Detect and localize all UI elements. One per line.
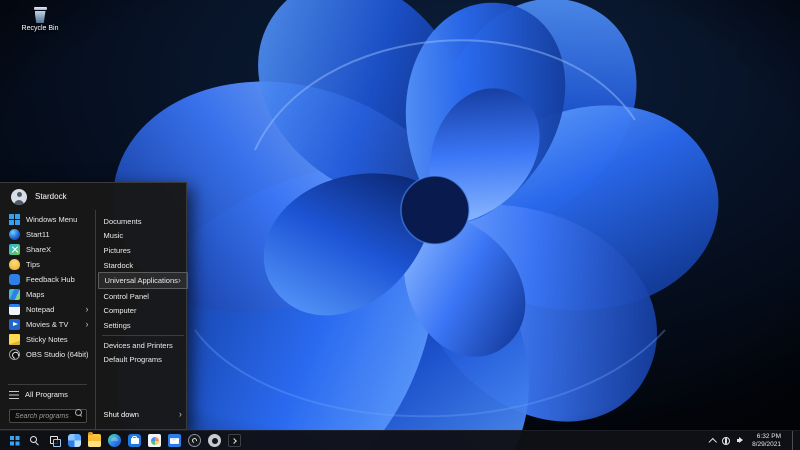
menu-separator bbox=[102, 335, 184, 336]
start-menu-right-column: Documents Music Pictures Stardock Univer… bbox=[95, 210, 190, 429]
menu-item-label: ShareX bbox=[26, 245, 51, 254]
menu-item-label: Tips bbox=[26, 260, 40, 269]
obs-studio-taskbar-icon[interactable] bbox=[188, 434, 201, 447]
menu-item-label: Movies & TV bbox=[26, 320, 68, 329]
taskbar-icons bbox=[4, 434, 241, 447]
windows-menu-icon bbox=[9, 214, 20, 225]
microsoft-store-icon[interactable] bbox=[128, 434, 141, 447]
taskbar-search-icon[interactable] bbox=[28, 434, 41, 447]
menu-separator bbox=[8, 384, 87, 385]
sticky-notes-icon bbox=[9, 334, 20, 345]
tray-time: 6:32 PM bbox=[757, 433, 781, 441]
menu-item-label: OBS Studio (64bit) bbox=[26, 350, 89, 359]
recycle-bin-label: Recycle Bin bbox=[22, 25, 59, 32]
submenu-arrow-icon: › bbox=[86, 320, 89, 329]
terminal-icon[interactable] bbox=[228, 434, 241, 447]
start-menu-item-universal-applications[interactable]: Universal Applications › bbox=[98, 272, 188, 289]
menu-item-label: Universal Applications bbox=[105, 276, 178, 285]
user-avatar-icon bbox=[11, 189, 27, 205]
start-menu-item-music[interactable]: Music bbox=[96, 229, 190, 244]
menu-item-label: Music bbox=[104, 231, 124, 240]
search-icon bbox=[75, 409, 82, 416]
edge-browser-icon[interactable] bbox=[108, 434, 121, 447]
start-menu-item-feedback-hub[interactable]: Feedback Hub bbox=[0, 272, 95, 287]
menu-item-label: Pictures bbox=[104, 246, 131, 255]
settings-icon[interactable] bbox=[208, 434, 221, 447]
shutdown-label: Shut down bbox=[104, 410, 139, 419]
obs-studio-icon bbox=[9, 349, 20, 360]
start-menu-item-notepad[interactable]: Notepad › bbox=[0, 302, 95, 317]
start-menu-item-settings[interactable]: Settings bbox=[96, 318, 190, 333]
recycle-bin[interactable]: Recycle Bin bbox=[16, 7, 64, 32]
all-programs-icon bbox=[9, 391, 19, 399]
sharex-icon bbox=[9, 244, 20, 255]
menu-item-label: Feedback Hub bbox=[26, 275, 75, 284]
menu-item-label: Maps bbox=[26, 290, 44, 299]
submenu-arrow-icon: › bbox=[179, 410, 182, 419]
start-menu-item-movies-tv[interactable]: Movies & TV › bbox=[0, 317, 95, 332]
start-menu-left-column: Windows Menu Start11 ShareX Tips Feedbac… bbox=[0, 210, 95, 429]
start-menu-item-devices-and-printers[interactable]: Devices and Printers bbox=[96, 338, 190, 353]
menu-item-label: Computer bbox=[104, 306, 137, 315]
menu-item-label: Settings bbox=[104, 321, 131, 330]
feedback-hub-icon bbox=[9, 274, 20, 285]
mail-icon[interactable] bbox=[168, 434, 181, 447]
start-menu-item-windows-menu[interactable]: Windows Menu bbox=[0, 212, 95, 227]
user-header[interactable]: Stardock bbox=[0, 183, 186, 210]
menu-item-label: Sticky Notes bbox=[26, 335, 68, 344]
menu-item-label: Control Panel bbox=[104, 292, 149, 301]
start-menu-item-pictures[interactable]: Pictures bbox=[96, 243, 190, 258]
all-programs-button[interactable]: All Programs bbox=[0, 388, 95, 402]
tips-icon bbox=[9, 259, 20, 270]
menu-item-label: Windows Menu bbox=[26, 215, 77, 224]
menu-item-label: Devices and Printers bbox=[104, 341, 173, 350]
start-menu-item-stardock[interactable]: Stardock bbox=[96, 258, 190, 273]
shutdown-button[interactable]: Shut down › bbox=[96, 407, 190, 422]
start-menu-item-default-programs[interactable]: Default Programs bbox=[96, 352, 190, 367]
show-desktop-button[interactable] bbox=[792, 431, 796, 450]
start-menu-item-documents[interactable]: Documents bbox=[96, 214, 190, 229]
widgets-icon[interactable] bbox=[68, 434, 81, 447]
tray-date: 8/29/2021 bbox=[752, 441, 781, 449]
clock[interactable]: 6:32 PM 8/29/2021 bbox=[752, 433, 781, 449]
start-menu-item-maps[interactable]: Maps bbox=[0, 287, 95, 302]
submenu-arrow-icon: › bbox=[86, 305, 89, 314]
tray-overflow-chevron-icon[interactable] bbox=[708, 438, 716, 446]
start-menu-item-start11[interactable]: Start11 bbox=[0, 227, 95, 242]
submenu-arrow-icon: › bbox=[178, 276, 181, 285]
movies-tv-icon bbox=[9, 319, 20, 330]
start-menu-item-computer[interactable]: Computer bbox=[96, 304, 190, 319]
all-programs-label: All Programs bbox=[25, 390, 68, 399]
start-button[interactable] bbox=[8, 434, 21, 447]
menu-item-label: Stardock bbox=[104, 261, 134, 270]
start-search bbox=[9, 405, 87, 424]
volume-icon[interactable] bbox=[737, 436, 745, 445]
start-menu-item-control-panel[interactable]: Control Panel bbox=[96, 289, 190, 304]
recycle-bin-icon bbox=[34, 7, 47, 23]
taskbar: 6:32 PM 8/29/2021 bbox=[0, 430, 800, 450]
menu-item-label: Documents bbox=[104, 217, 142, 226]
menu-item-label: Start11 bbox=[26, 230, 50, 239]
start-menu: Stardock Windows Menu Start11 ShareX bbox=[0, 182, 187, 430]
desktop: Recycle Bin Stardock Windows Menu Start1… bbox=[0, 0, 800, 450]
notepad-icon bbox=[9, 304, 20, 315]
start-menu-item-sticky-notes[interactable]: Sticky Notes bbox=[0, 332, 95, 347]
system-tray: 6:32 PM 8/29/2021 bbox=[710, 431, 796, 450]
photos-icon[interactable] bbox=[148, 434, 161, 447]
start-menu-item-sharex[interactable]: ShareX bbox=[0, 242, 95, 257]
menu-item-label: Default Programs bbox=[104, 355, 162, 364]
start-menu-body: Windows Menu Start11 ShareX Tips Feedbac… bbox=[0, 210, 186, 429]
network-icon[interactable] bbox=[722, 437, 730, 445]
task-view-icon[interactable] bbox=[48, 434, 61, 447]
menu-item-label: Notepad bbox=[26, 305, 54, 314]
start-menu-item-obs-studio[interactable]: OBS Studio (64bit) bbox=[0, 347, 95, 362]
user-name: Stardock bbox=[35, 192, 67, 201]
maps-icon bbox=[9, 289, 20, 300]
start-menu-item-tips[interactable]: Tips bbox=[0, 257, 95, 272]
file-explorer-icon[interactable] bbox=[88, 434, 101, 447]
start11-icon bbox=[9, 229, 20, 240]
